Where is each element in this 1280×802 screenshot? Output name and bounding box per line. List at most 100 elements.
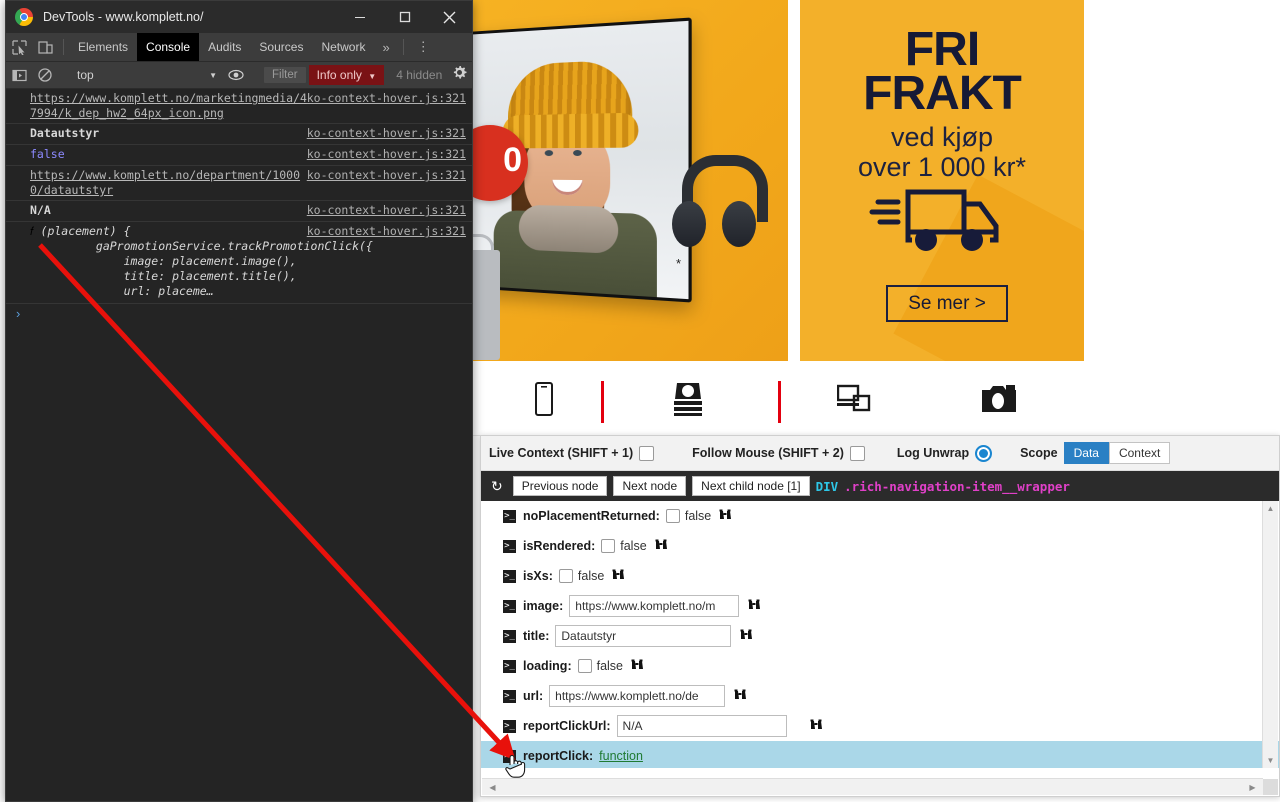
scope-option-data[interactable]: Data [1063,442,1109,464]
console-source-link[interactable]: ko-context-hover.js:321 [307,126,466,140]
console-row[interactable]: https://www.komplett.no/marketingmedia/4… [6,89,472,124]
table-row[interactable]: >_ reportClickUrl: N/A [481,711,1279,741]
console-row[interactable]: Datautstyr ko-context-hover.js:321 [6,124,472,145]
ko-context-debugger-panel[interactable]: Live Context (SHIFT + 1) Follow Mouse (S… [480,435,1280,797]
property-checkbox[interactable] [601,539,616,553]
console-message[interactable]: https://www.komplett.no/marketingmedia/4… [30,91,310,121]
console-row[interactable]: https://www.komplett.no/department/10000… [6,166,472,201]
console-source-link[interactable]: ko-context-hover.js:321 [307,203,466,217]
table-row[interactable]: >_ reportClick: function [481,741,1279,768]
refresh-icon[interactable]: ↻ [487,478,507,495]
terminal-icon[interactable]: >_ [503,599,516,613]
console-message-list[interactable]: https://www.komplett.no/marketingmedia/4… [6,89,472,357]
table-row[interactable]: >_ image: https://www.komplett.no/m [481,591,1279,621]
console-source-link[interactable]: ko-context-hover.js:321 [307,147,466,161]
inspect-binoculars-icon[interactable] [630,658,644,674]
next-child-node-button[interactable]: Next child node [1] [692,476,810,496]
property-checkbox[interactable] [665,509,680,523]
inspect-binoculars-icon[interactable] [718,508,732,524]
terminal-icon[interactable]: >_ [503,629,516,643]
table-row[interactable]: >_ noPlacementReturned: false [481,501,1279,531]
toggle-device-toolbar-icon[interactable] [32,33,58,61]
ko-property-list[interactable]: >_ noPlacementReturned: false >_ isRende… [481,501,1279,768]
minimize-button[interactable] [337,1,382,33]
tab-sources[interactable]: Sources [250,33,312,61]
inspect-binoculars-icon[interactable] [611,568,625,584]
devtools-menu-icon[interactable]: ⋮ [409,33,438,61]
previous-node-button[interactable]: Previous node [512,476,608,496]
live-expression-eye-icon[interactable] [223,69,249,81]
property-function-link[interactable]: function [599,749,643,763]
tab-elements[interactable]: Elements [69,33,137,61]
property-input[interactable]: https://www.komplett.no/m [569,595,740,617]
scope-option-context[interactable]: Context [1108,442,1171,464]
live-context-checkbox[interactable] [639,445,655,461]
console-row[interactable]: N/A ko-context-hover.js:321 [6,201,472,222]
table-row[interactable]: >_ isXs: false [481,561,1279,591]
inspect-binoculars-icon[interactable] [739,628,753,644]
console-row[interactable]: false ko-context-hover.js:321 [6,145,472,166]
follow-mouse-checkbox[interactable] [849,445,865,461]
property-input[interactable]: Datautstyr [555,625,732,647]
property-input[interactable]: N/A [616,715,787,737]
inspect-binoculars-icon[interactable] [809,718,823,734]
console-sidebar-icon[interactable] [6,68,32,83]
vertical-scrollbar[interactable]: ▲ ▼ [1262,501,1278,768]
console-prompt-input[interactable] [6,304,472,330]
terminal-icon[interactable]: >_ [503,539,516,553]
log-level-dropdown[interactable]: Info only ▼ [308,65,385,85]
scroll-down-arrow-icon[interactable]: ▼ [1263,753,1278,768]
inspect-binoculars-icon[interactable] [654,538,668,554]
more-tabs-icon[interactable]: » [374,33,397,61]
tab-console[interactable]: Console [137,33,200,61]
terminal-icon[interactable]: >_ [503,509,516,523]
ko-node-nav-bar[interactable]: ↻ Previous node Next node Next child nod… [481,471,1279,501]
terminal-icon[interactable]: >_ [503,689,516,703]
property-checkbox[interactable] [558,569,573,583]
gear-icon[interactable] [452,65,467,85]
devtools-tab-bar[interactable]: Elements Console Audits Sources Network … [6,33,472,62]
camera-icon[interactable] [967,375,1031,423]
clear-console-icon[interactable] [32,68,58,82]
devtools-titlebar[interactable]: DevTools - www.komplett.no/ [6,1,472,33]
devices-icon[interactable] [822,375,886,423]
promo-banner-free-shipping[interactable]: FRI FRAKT ved kjøp over 1 000 kr* Se mer… [800,0,1084,361]
table-row[interactable]: >_ loading: false [481,651,1279,681]
console-source-link[interactable]: ko-context-hover.js:321 [307,224,466,238]
ko-options-bar[interactable]: Live Context (SHIFT + 1) Follow Mouse (S… [481,436,1279,471]
phone-icon[interactable] [512,375,576,423]
table-row[interactable]: >_ url: https://www.komplett.no/de [481,681,1279,711]
console-message[interactable]: https://www.komplett.no/department/10000… [30,168,310,198]
tab-audits[interactable]: Audits [199,33,250,61]
property-checkbox[interactable] [577,659,592,673]
maximize-button[interactable] [382,1,427,33]
devtools-window[interactable]: DevTools - www.komplett.no/ Elements Con… [5,0,473,802]
table-row[interactable]: >_ title: Datautstyr [481,621,1279,651]
appliance-icon[interactable] [656,375,720,423]
horizontal-scrollbar[interactable]: ◀ ▶ [482,778,1263,795]
inspect-binoculars-icon[interactable] [733,688,747,704]
inspect-element-icon[interactable] [6,33,32,61]
next-node-button[interactable]: Next node [613,476,687,496]
console-row[interactable]: 𝑓 (placement) { gaPromotionService.track… [6,222,472,304]
console-toolbar[interactable]: top ▼ Filter Info only ▼ 4 hidden [6,62,472,89]
tab-network[interactable]: Network [312,33,374,61]
log-unwrap-toggle[interactable] [975,444,993,462]
scroll-left-arrow-icon[interactable]: ◀ [485,780,500,795]
see-more-button[interactable]: Se mer > [886,285,1008,322]
terminal-icon[interactable]: >_ [503,719,516,733]
terminal-icon[interactable]: >_ [503,659,516,673]
inspect-binoculars-icon[interactable] [747,598,761,614]
console-source-link[interactable]: ko-context-hover.js:321 [307,91,466,105]
close-button[interactable] [427,1,472,33]
console-source-link[interactable]: ko-context-hover.js:321 [307,168,466,182]
execution-context-select[interactable]: top ▼ [69,68,223,82]
promo-banner-tv[interactable]: 0 * [470,0,788,361]
table-row[interactable]: >_ isRendered: false [481,531,1279,561]
scroll-up-arrow-icon[interactable]: ▲ [1263,501,1278,516]
scroll-right-arrow-icon[interactable]: ▶ [1245,780,1260,795]
property-input[interactable]: https://www.komplett.no/de [549,685,726,707]
terminal-icon[interactable]: >_ [503,569,516,583]
discount-badge-text: 0 [503,141,522,179]
console-filter-input[interactable]: Filter [264,67,306,83]
